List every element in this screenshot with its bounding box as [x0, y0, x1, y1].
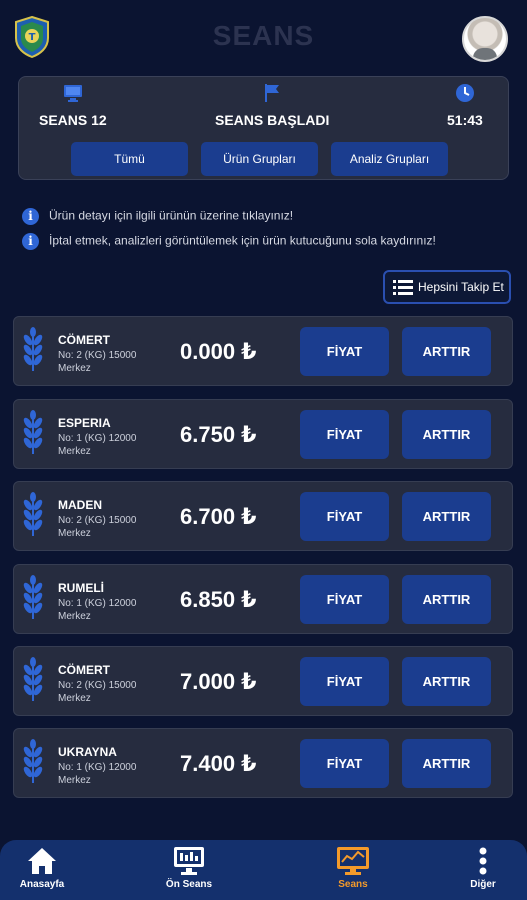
app-header: T SEANS — [0, 0, 527, 72]
product-name: UKRAYNA — [58, 745, 117, 759]
nav-home[interactable]: Anasayfa — [19, 846, 65, 890]
price-button[interactable]: FİYAT — [300, 327, 389, 376]
nav-more[interactable]: Diğer — [466, 846, 500, 890]
session-status-group: SEANS BAŞLADI — [215, 83, 329, 129]
product-name: ESPERIA — [58, 416, 111, 430]
product-price: 7.400 ₺ — [180, 751, 257, 776]
list-icon — [393, 280, 413, 295]
user-avatar[interactable] — [462, 16, 508, 62]
price-button[interactable]: FİYAT — [300, 575, 389, 624]
tab-all[interactable]: Tümü — [71, 142, 188, 176]
product-detail: No: 1 (KG) 12000 Merkez — [58, 432, 136, 458]
product-location: Merkez — [58, 446, 91, 457]
info-line-detail: i Ürün detayı için ilgili ürünün üzerine … — [22, 208, 293, 225]
more-vertical-icon — [479, 847, 487, 875]
product-location: Merkez — [58, 363, 91, 374]
product-row[interactable]: ESPERIA No: 1 (KG) 12000 Merkez 6.750 ₺ FİYA… — [13, 399, 513, 469]
product-spec: No: 2 (KG) 15000 — [58, 515, 137, 526]
product-detail: No: 2 (KG) 15000 Merkez — [58, 679, 136, 705]
product-row[interactable]: CÖMERT No: 2 (KG) 15000 Merkez 0.000 ₺ FİYAT… — [13, 316, 513, 386]
product-name: CÖMERT — [58, 333, 110, 347]
bottom-nav: Anasayfa Ön Seans Seans Diğer — [0, 840, 527, 900]
product-detail: No: 2 (KG) 15000 Merkez — [58, 514, 136, 540]
product-detail: No: 2 (KG) 15000 Merkez — [58, 349, 136, 375]
raise-button[interactable]: ARTTIR — [402, 739, 491, 788]
raise-button[interactable]: ARTTIR — [402, 410, 491, 459]
product-price: 6.750 ₺ — [180, 422, 257, 447]
raise-button[interactable]: ARTTIR — [402, 657, 491, 706]
info-line-swipe: i İptal etmek, analizleri görüntülemek iç… — [22, 233, 436, 250]
price-button[interactable]: FİYAT — [300, 492, 389, 541]
session-name-group: SEANS 12 — [39, 83, 107, 129]
tab-analysis-groups[interactable]: Analiz Grupları — [331, 142, 448, 176]
session-timer: 51:43 — [447, 112, 483, 128]
wheat-icon — [23, 575, 43, 619]
home-icon — [28, 848, 56, 874]
product-detail: No: 1 (KG) 12000 Merkez — [58, 597, 136, 623]
session-status: SEANS BAŞLADI — [215, 112, 330, 128]
price-button[interactable]: FİYAT — [300, 739, 389, 788]
monitor-icon — [64, 85, 82, 102]
product-name: CÖMERT — [58, 663, 110, 677]
product-spec: No: 2 (KG) 15000 — [58, 350, 137, 361]
product-row[interactable]: CÖMERT No: 2 (KG) 15000 Merkez 7.000 ₺ FİYAT… — [13, 646, 513, 716]
product-spec: No: 1 (KG) 12000 — [58, 433, 137, 444]
raise-button[interactable]: ARTTIR — [402, 575, 491, 624]
tab-product-groups[interactable]: Ürün Grupları — [201, 142, 318, 176]
product-price: 0.000 ₺ — [180, 339, 257, 364]
price-button[interactable]: FİYAT — [300, 657, 389, 706]
product-name: MADEN — [58, 498, 102, 512]
nav-pre-session[interactable]: Ön Seans — [163, 846, 215, 890]
monitor-icon — [174, 847, 204, 875]
product-name: RUMELİ — [58, 581, 104, 595]
info-icon: i — [22, 208, 39, 225]
session-timer-group: 51:43 — [447, 83, 483, 129]
wheat-icon — [23, 492, 43, 536]
product-spec: No: 1 (KG) 12000 — [58, 598, 137, 609]
product-spec: No: 2 (KG) 15000 — [58, 680, 137, 691]
product-price: 7.000 ₺ — [180, 669, 257, 694]
wheat-icon — [23, 657, 43, 701]
raise-button[interactable]: ARTTIR — [402, 492, 491, 541]
flag-icon — [265, 84, 280, 102]
clock-icon — [455, 84, 474, 102]
wheat-icon — [23, 327, 43, 371]
session-card: SEANS 12 SEANS BAŞLADI 51:43 Tümü Ürün G… — [18, 76, 509, 180]
info-icon: i — [22, 233, 39, 250]
product-location: Merkez — [58, 528, 91, 539]
session-name: SEANS 12 — [39, 112, 107, 128]
product-price: 6.850 ₺ — [180, 587, 257, 612]
price-button[interactable]: FİYAT — [300, 410, 389, 459]
follow-all-button[interactable]: Hepsini Takip Et — [383, 270, 511, 304]
nav-session[interactable]: Seans — [335, 846, 371, 890]
raise-button[interactable]: ARTTIR — [402, 327, 491, 376]
product-price: 6.700 ₺ — [180, 504, 257, 529]
product-row[interactable]: UKRAYNA No: 1 (KG) 12000 Merkez 7.400 ₺ FİYA… — [13, 728, 513, 798]
chart-monitor-icon — [337, 847, 369, 875]
product-detail: No: 1 (KG) 12000 Merkez — [58, 761, 136, 787]
product-location: Merkez — [58, 775, 91, 786]
wheat-icon — [23, 410, 43, 454]
product-location: Merkez — [58, 611, 91, 622]
product-row[interactable]: RUMELİ No: 1 (KG) 12000 Merkez 6.850 ₺ FİYAT… — [13, 564, 513, 634]
product-location: Merkez — [58, 693, 91, 704]
product-spec: No: 1 (KG) 12000 — [58, 762, 137, 773]
page-title: SEANS — [212, 20, 315, 51]
wheat-icon — [23, 739, 43, 783]
product-row[interactable]: MADEN No: 2 (KG) 15000 Merkez 6.700 ₺ FİYAT A… — [13, 481, 513, 551]
